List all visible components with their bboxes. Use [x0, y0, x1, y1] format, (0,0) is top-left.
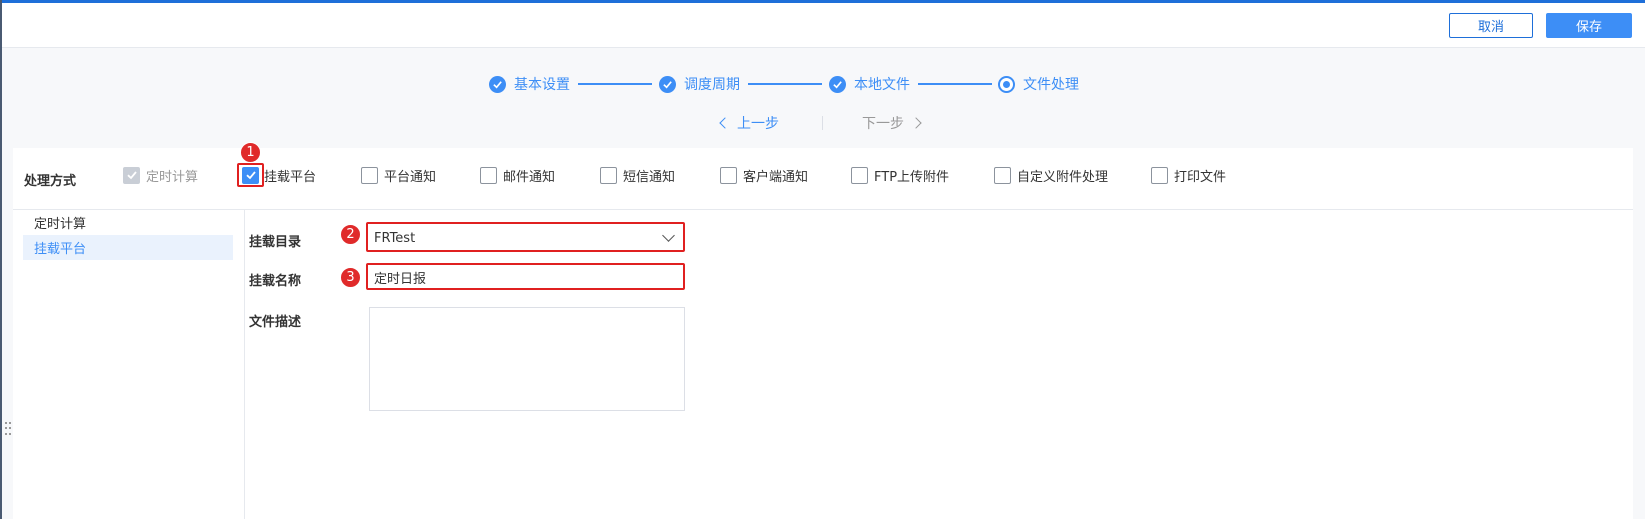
checkbox-icon	[600, 166, 617, 184]
option-label: 客户端通知	[743, 169, 809, 185]
nav-divider	[822, 116, 823, 130]
step-local-file[interactable]: 本地文件	[829, 72, 910, 96]
option-print-file[interactable]: 打印文件	[1151, 165, 1226, 185]
step-label: 文件处理	[1023, 77, 1079, 93]
option-label: 短信通知	[623, 169, 676, 185]
sidebar-item-mount-platform[interactable]: 挂载平台	[23, 235, 233, 260]
step-schedule[interactable]: 调度周期	[659, 72, 740, 96]
checkbox-icon	[480, 166, 497, 184]
option-label: 定时计算	[146, 169, 199, 185]
processing-method-title: 处理方式	[24, 174, 77, 189]
step-connector	[578, 83, 652, 85]
option-platform-notify[interactable]: 平台通知	[361, 165, 436, 185]
option-label: 打印文件	[1174, 169, 1227, 185]
step-connector	[918, 83, 992, 85]
step-label: 本地文件	[854, 77, 910, 93]
option-label: 平台通知	[384, 169, 437, 185]
highlight-box-3	[366, 263, 685, 290]
next-step-button[interactable]: 下一步	[862, 113, 922, 133]
drag-handle-icon[interactable]	[5, 422, 11, 436]
checkbox-icon	[361, 166, 378, 184]
option-email-notify[interactable]: 邮件通知	[480, 165, 555, 185]
current-step-icon	[998, 75, 1015, 93]
main-panel: 处理方式 定时计算 挂载平台 平台通知 邮件通知 短信通知 客户端通知 FTP上…	[13, 148, 1633, 519]
check-circle-icon	[659, 75, 676, 93]
option-ftp-upload[interactable]: FTP上传附件	[851, 165, 949, 185]
file-desc-label: 文件描述	[249, 315, 302, 330]
mount-name-label: 挂载名称	[249, 274, 302, 289]
option-custom-attachment[interactable]: 自定义附件处理	[994, 165, 1108, 185]
file-desc-textarea[interactable]	[369, 307, 685, 411]
option-label: 自定义附件处理	[1017, 169, 1109, 185]
sidebar-item-scheduled-calc[interactable]: 定时计算	[23, 210, 233, 235]
page: 取消 保存 基本设置 调度周期 本地文件 文件处理 上一步 下一步 处理方式 定…	[0, 0, 1645, 519]
chevron-left-icon	[719, 117, 731, 129]
cancel-button[interactable]: 取消	[1449, 13, 1533, 38]
chevron-right-icon	[910, 117, 922, 129]
checkbox-icon	[1151, 166, 1168, 184]
annotation-badge-1: 1	[240, 142, 261, 163]
check-circle-icon	[489, 75, 506, 93]
header-bar: 取消 保存	[2, 3, 1645, 48]
stepper: 基本设置 调度周期 本地文件 文件处理	[0, 72, 1645, 96]
option-sms-notify[interactable]: 短信通知	[600, 165, 675, 185]
option-label: FTP上传附件	[874, 169, 950, 185]
checkbox-icon	[994, 166, 1011, 184]
annotation-badge-3: 3	[340, 267, 361, 288]
prev-step-button[interactable]: 上一步	[719, 113, 779, 133]
option-scheduled-calc[interactable]: 定时计算	[123, 165, 198, 185]
mount-dir-label: 挂载目录	[249, 235, 302, 250]
highlight-box-2	[366, 222, 685, 252]
step-label: 调度周期	[684, 77, 740, 93]
highlight-box-1	[237, 163, 264, 187]
option-client-notify[interactable]: 客户端通知	[720, 165, 808, 185]
save-button[interactable]: 保存	[1546, 13, 1632, 38]
option-label: 邮件通知	[503, 169, 556, 185]
sidebar: 定时计算 挂载平台	[13, 210, 245, 519]
checkbox-checked-disabled-icon	[123, 166, 140, 184]
prev-step-label: 上一步	[737, 116, 779, 132]
step-label: 基本设置	[514, 77, 570, 93]
checkbox-icon	[720, 166, 737, 184]
checkbox-icon	[851, 166, 868, 184]
step-basic-settings[interactable]: 基本设置	[489, 72, 570, 96]
step-connector	[748, 83, 822, 85]
option-label: 挂载平台	[264, 169, 317, 185]
next-step-label: 下一步	[862, 116, 904, 132]
annotation-badge-2: 2	[340, 224, 361, 245]
check-circle-icon	[829, 75, 846, 93]
step-file-processing[interactable]: 文件处理	[998, 72, 1079, 96]
